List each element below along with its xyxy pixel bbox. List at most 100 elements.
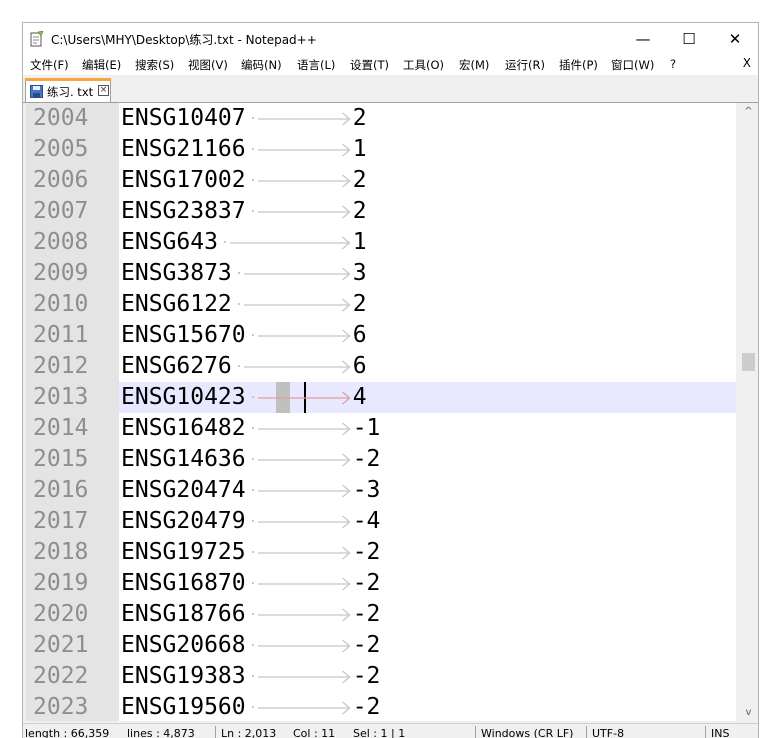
status-selection: Sel : 1 | 1 [353,727,406,738]
scroll-up-arrow-icon[interactable]: ^ [739,103,758,120]
maximize-button[interactable]: ☐ [666,23,712,54]
whitespace-dot [252,396,255,398]
minimize-button[interactable]: — [620,23,666,54]
whitespace-dot [252,148,255,150]
tab-arrow-icon [258,205,351,219]
tab-bar: 练习. txt × [23,75,758,103]
status-encoding[interactable]: UTF-8 [592,727,624,738]
gene-id: ENSG21166 [121,136,246,162]
status-lines: lines : 4,873 [127,727,195,738]
gene-id: ENSG15670 [121,322,246,348]
editor-line[interactable]: 2004 ENSG10407 2 [26,103,736,134]
tab-arrow-icon [258,546,351,560]
status-insert-mode[interactable]: INS [711,727,729,738]
tab-label: 练习. txt [47,85,94,99]
value-text: 6 [352,322,367,348]
tab-arrow-icon [230,236,351,250]
value-text: -2 [352,446,381,472]
editor-line[interactable]: 2022 ENSG19383 -2 [26,661,736,692]
menu-help[interactable]: ? [670,57,676,71]
close-document-button[interactable]: X [743,56,751,70]
editor-line[interactable]: 2023 ENSG19560 -2 [26,692,736,721]
editor-line[interactable]: 2006 ENSG17002 2 [26,165,736,196]
tab-practice-txt[interactable]: 练习. txt × [25,78,111,102]
status-length: length : 66,359 [25,727,110,738]
gene-id: ENSG10407 [121,105,246,131]
gene-id: ENSG10423 [121,384,246,410]
editor-line[interactable]: 2005 ENSG21166 1 [26,134,736,165]
notepadpp-app-icon [30,31,44,47]
editor-line[interactable]: 2007 ENSG23837 2 [26,196,736,227]
line-number: 2014 [33,415,89,441]
value-text: 4 [352,384,367,410]
whitespace-dot [252,706,255,708]
value-text: -2 [352,694,381,720]
status-eol[interactable]: Windows (CR LF) [481,727,573,738]
menu-macro[interactable]: 宏(M) [459,57,489,73]
gene-id: ENSG19383 [121,663,246,689]
whitespace-dot [252,458,255,460]
editor-line[interactable]: 2015 ENSG14636 -2 [26,444,736,475]
close-window-button[interactable]: ✕ [712,23,758,54]
vertical-scrollbar[interactable]: ^ v [739,103,758,721]
value-text: 1 [352,136,367,162]
editor-line[interactable]: 2011 ENSG15670 6 [26,320,736,351]
editor-line[interactable]: 2017 ENSG20479 -4 [26,506,736,537]
line-number: 2022 [33,663,89,689]
scroll-thumb[interactable] [742,353,755,371]
gene-id: ENSG16482 [121,415,246,441]
value-text: -2 [352,539,381,565]
editor-line[interactable]: 2010 ENSG6122 2 [26,289,736,320]
menu-tools[interactable]: 工具(O) [403,57,444,73]
menu-view[interactable]: 视图(V) [188,57,228,73]
saved-file-icon [30,85,43,98]
line-number: 2012 [33,353,89,379]
menu-run[interactable]: 运行(R) [505,57,545,73]
tab-arrow-icon [258,670,351,684]
tab-arrow-icon [258,701,351,715]
whitespace-dot [252,644,255,646]
line-number: 2020 [33,601,89,627]
value-text: 3 [352,260,367,286]
gene-id: ENSG3873 [121,260,232,286]
menu-plugins[interactable]: 插件(P) [559,57,598,73]
editor-line[interactable]: 2019 ENSG16870 -2 [26,568,736,599]
tab-arrow-icon [258,639,351,653]
tab-arrow-icon [244,267,351,281]
editor-line[interactable]: 2012 ENSG6276 6 [26,351,736,382]
editor-line[interactable]: 2020 ENSG18766 -2 [26,599,736,630]
line-number: 2019 [33,570,89,596]
value-text: 1 [352,229,367,255]
tab-arrow-icon [258,329,351,343]
menu-encoding[interactable]: 编码(N) [241,57,282,73]
whitespace-dot [252,179,255,181]
whitespace-dot [252,675,255,677]
editor-line[interactable]: 2021 ENSG20668 -2 [26,630,736,661]
line-number: 2010 [33,291,89,317]
menu-file[interactable]: 文件(F) [30,57,69,73]
scroll-down-arrow-icon[interactable]: v [739,704,758,721]
editor-line[interactable]: 2009 ENSG3873 3 [26,258,736,289]
editor-line[interactable]: 2013 ENSG10423 4 [26,382,736,413]
tab-arrow-icon [258,577,351,591]
value-text: -2 [352,601,381,627]
menu-window[interactable]: 窗口(W) [611,57,654,73]
editor-line[interactable]: 2014 ENSG16482 -1 [26,413,736,444]
gene-id: ENSG19560 [121,694,246,720]
editor-line[interactable]: 2008 ENSG643 1 [26,227,736,258]
whitespace-dot [238,272,241,274]
menu-settings[interactable]: 设置(T) [350,57,389,73]
editor-line[interactable]: 2016 ENSG20474 -3 [26,475,736,506]
whitespace-dot [252,582,255,584]
whitespace-dot [252,520,255,522]
text-editor[interactable]: 2004 ENSG10407 2 2005 ENSG21166 1 2006 ENSG1700… [26,103,736,721]
menu-edit[interactable]: 编辑(E) [82,57,121,73]
status-line-number: Ln : 2,013 [221,727,277,738]
gene-id: ENSG643 [121,229,218,255]
title-bar[interactable]: C:\Users\MHY\Desktop\练习.txt - Notepad++ … [23,23,758,54]
editor-line[interactable]: 2018 ENSG19725 -2 [26,537,736,568]
gene-id: ENSG23837 [121,198,246,224]
tab-close-icon[interactable]: × [98,85,109,96]
menu-language[interactable]: 语言(L) [297,57,335,73]
menu-search[interactable]: 搜索(S) [135,57,174,73]
